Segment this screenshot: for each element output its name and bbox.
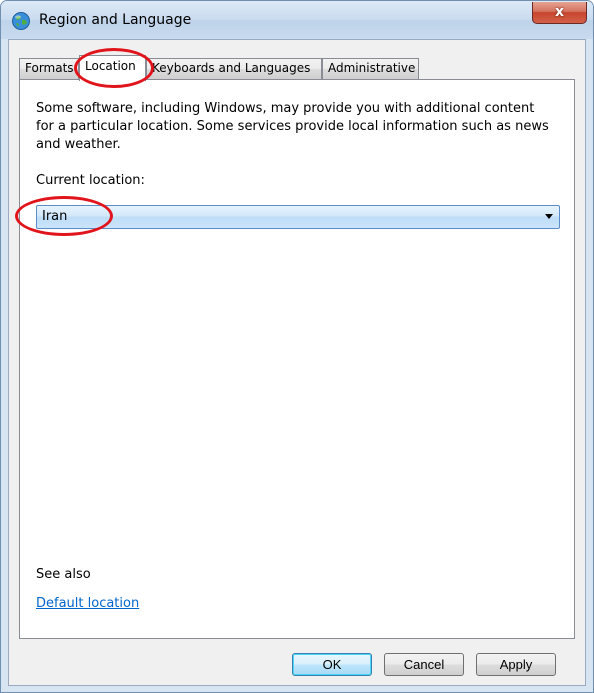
- apply-button[interactable]: Apply: [476, 653, 556, 676]
- tab-location[interactable]: Location: [79, 55, 146, 81]
- window-title: Region and Language: [39, 12, 192, 28]
- current-location-value: Iran: [42, 209, 68, 224]
- current-location-dropdown[interactable]: Iran: [36, 205, 560, 229]
- region-language-window: Region and Language x Formats Location K…: [0, 0, 594, 693]
- close-button[interactable]: x: [532, 2, 587, 24]
- ok-button[interactable]: OK: [292, 653, 372, 676]
- location-tab-page: Some software, including Windows, may pr…: [19, 79, 575, 639]
- current-location-label: Current location:: [36, 173, 145, 188]
- tab-administrative[interactable]: Administrative: [322, 58, 419, 79]
- tab-formats[interactable]: Formats: [19, 58, 79, 79]
- dialog-client-area: Formats Location Keyboards and Languages…: [8, 39, 586, 686]
- close-icon: x: [554, 4, 565, 20]
- default-location-link[interactable]: Default location: [36, 596, 139, 611]
- see-also-label: See also: [36, 567, 91, 582]
- title-bar[interactable]: Region and Language x: [1, 1, 593, 39]
- chevron-down-icon[interactable]: [545, 214, 553, 219]
- location-description: Some software, including Windows, may pr…: [36, 101, 549, 152]
- tab-keyboards-and-languages[interactable]: Keyboards and Languages: [146, 58, 322, 79]
- globe-icon: [12, 12, 30, 30]
- cancel-button[interactable]: Cancel: [384, 653, 464, 676]
